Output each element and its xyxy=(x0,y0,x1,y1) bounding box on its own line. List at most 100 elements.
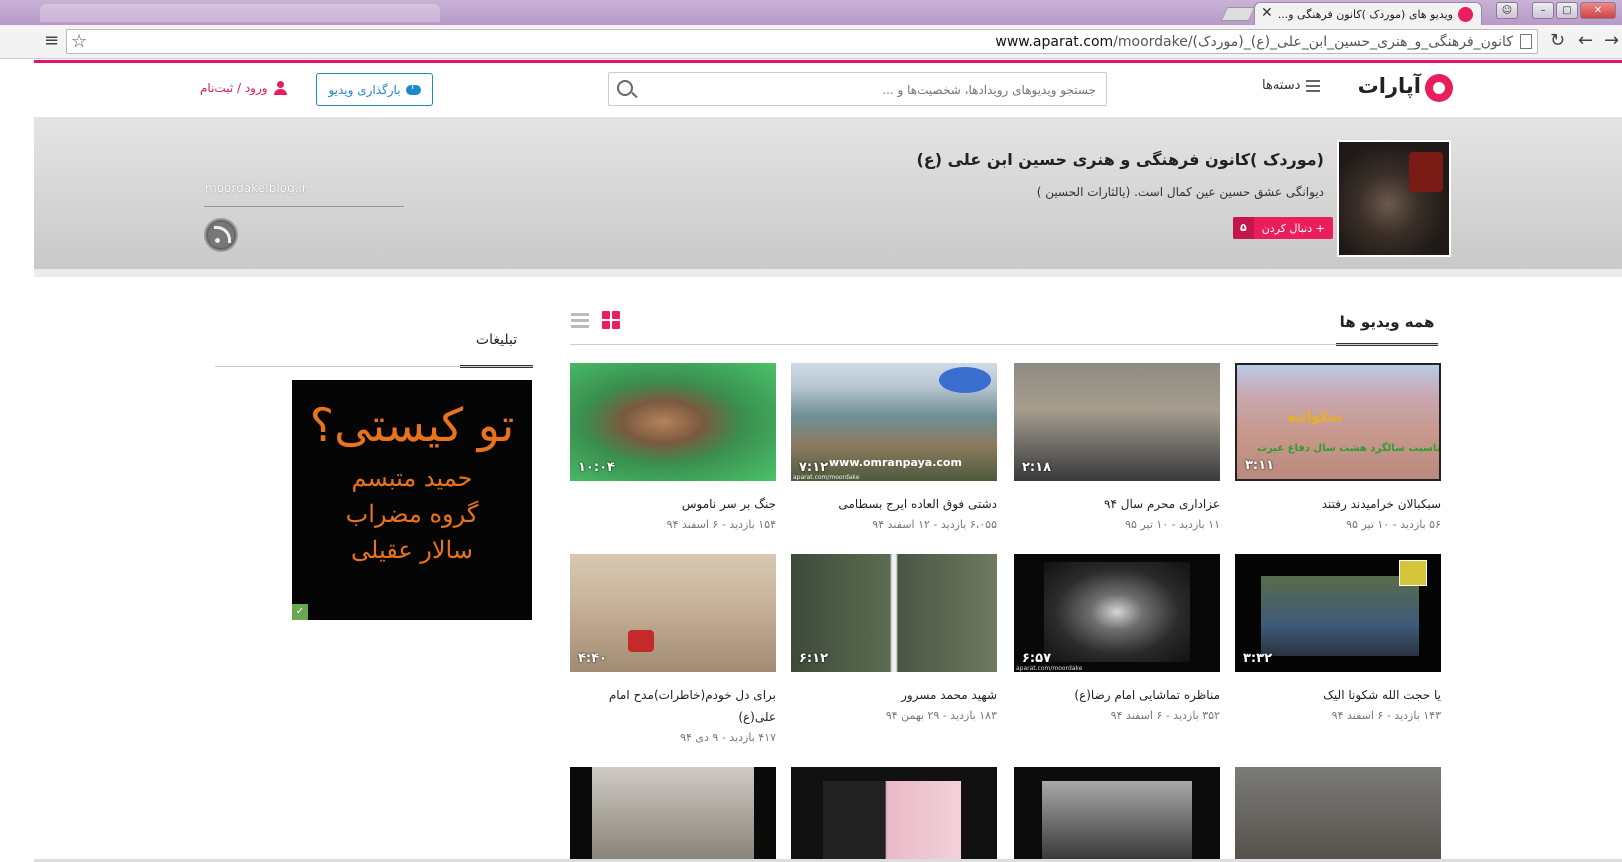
list-view-icon[interactable] xyxy=(571,313,589,328)
video-title[interactable]: جنگ بر سر ناموس xyxy=(570,493,776,515)
channel-description: دیوانگی عشق حسین عین کمال است. (یالثارات… xyxy=(1036,185,1324,199)
follower-count: ۵ xyxy=(1233,217,1254,239)
thumbnail-subcaption: بمناسبت سالگرد هشت سال دفاع غیرت xyxy=(1257,443,1441,454)
video-title[interactable]: یا حجت الله شکونا الیک xyxy=(1235,684,1441,706)
logo-text: آپارات xyxy=(1357,74,1421,98)
video-thumbnail[interactable] xyxy=(570,767,776,859)
user-icon xyxy=(273,81,287,95)
thumbnail-frame xyxy=(823,781,961,859)
video-meta: ۶،۰۵۵ بازدید - ۱۲ اسفند ۹۴ xyxy=(872,518,997,531)
window-user-icon[interactable]: ☺ xyxy=(1496,2,1518,19)
tab-title: ویدیو های (موردک )کانون فرهنگی و... xyxy=(1277,8,1453,21)
video-duration: ۷:۱۲ xyxy=(799,460,829,475)
ad-badge-icon: ✓ xyxy=(292,604,308,620)
aparat-favicon-icon xyxy=(1458,7,1473,22)
follow-label: + دنبال کردن xyxy=(1261,221,1325,235)
menu-icon[interactable]: ≡ xyxy=(44,30,59,51)
video-thumbnail[interactable]: aparat.com/moordake ۶:۵۷ xyxy=(1014,554,1220,672)
login-link[interactable]: ورود / ثبت‌نام xyxy=(200,81,287,95)
categories-label: دسته‌ها xyxy=(1262,78,1301,93)
video-title[interactable]: سبکبالان خرامیدند رفتند xyxy=(1235,493,1441,515)
video-thumbnail[interactable]: ۲:۱۸ xyxy=(1014,363,1220,481)
video-title[interactable]: مناظره تماشایی امام رضا(ع) xyxy=(1014,684,1220,706)
bookmark-star-icon[interactable]: ☆ xyxy=(71,31,87,52)
thumbnail-small-watermark: aparat.com/moordake xyxy=(793,474,860,481)
thumbnail-frame xyxy=(592,767,754,859)
video-thumbnail[interactable]: ۱۰:۰۴ xyxy=(570,363,776,481)
video-duration: ۳:۱۱ xyxy=(1245,458,1275,473)
background-tab-area xyxy=(40,4,440,22)
video-meta: ۱۵۴ بازدید - ۶ اسفند ۹۴ xyxy=(666,518,776,531)
thumbnail-small-watermark: aparat.com/moordake xyxy=(1016,665,1083,672)
login-label: ورود / ثبت‌نام xyxy=(200,81,268,95)
link-divider xyxy=(204,206,404,207)
cloud-upload-icon xyxy=(405,81,421,95)
video-duration: ۴:۴۰ xyxy=(578,651,608,666)
window-close-button[interactable]: ✕ xyxy=(1580,2,1616,19)
search-icon[interactable] xyxy=(617,80,633,96)
ads-divider xyxy=(215,366,533,367)
channel-website-link[interactable]: moordake.blog.ir xyxy=(205,181,307,195)
video-title[interactable]: برای دل خودم(خاطرات)مدح امام علی(ع) xyxy=(570,684,776,728)
thumbnail-frame xyxy=(1261,576,1419,656)
video-thumbnail[interactable] xyxy=(1014,767,1220,859)
browser-tab-active[interactable]: ویدیو های (موردک )کانون فرهنگی و... ✕ xyxy=(1254,2,1482,25)
video-duration: ۶:۵۷ xyxy=(1022,651,1052,666)
rss-icon[interactable] xyxy=(204,218,238,252)
ad-line-2: حمید متبسم xyxy=(351,464,473,492)
all-videos-tab[interactable]: همه ویدیو ها xyxy=(1336,302,1438,346)
video-meta: ۴۱۷ بازدید - ۹ دی ۹۴ xyxy=(680,731,776,744)
ad-line-1: تو کیستی؟ xyxy=(309,398,515,452)
follow-button[interactable]: + دنبال کردن ۵ xyxy=(1233,217,1333,239)
channel-avatar[interactable] xyxy=(1337,140,1451,257)
search-input[interactable] xyxy=(656,80,1096,100)
address-bar[interactable]: ☆ www.aparat.com/moordake/(موردک)_کانون_… xyxy=(66,29,1538,54)
ad-line-3: گروه مضراب xyxy=(345,500,479,528)
section-divider xyxy=(570,344,1438,345)
video-meta: ۵۶ بازدید - ۱۰ تیر ۹۵ xyxy=(1346,518,1441,531)
video-duration: ۶:۱۲ xyxy=(799,651,829,666)
video-thumbnail[interactable]: ۳:۳۲ xyxy=(1235,554,1441,672)
ads-heading: تبلیغات xyxy=(460,320,533,368)
shrine-logo-icon xyxy=(1399,560,1427,586)
video-title[interactable]: عزاداری محرم سال ۹۴ xyxy=(1014,493,1220,515)
ad-line-4: سالار عقیلی xyxy=(351,536,473,564)
channel-logo-icon xyxy=(939,367,991,393)
video-meta: ۳۵۲ بازدید - ۶ اسفند ۹۴ xyxy=(1110,709,1220,722)
video-meta: ۱۸۳ بازدید - ۲۹ بهمن ۹۴ xyxy=(885,709,997,722)
video-thumbnail[interactable] xyxy=(791,767,997,859)
grid-view-icon[interactable] xyxy=(602,311,620,329)
video-title[interactable]: شهید محمد مسرور xyxy=(791,684,997,706)
header-accent-rule xyxy=(34,60,1622,63)
advertisement-banner[interactable]: تو کیستی؟ حمید متبسم گروه مضراب سالار عق… xyxy=(292,380,532,620)
video-meta: ۱۴۳ بازدید - ۶ اسفند ۹۴ xyxy=(1331,709,1441,722)
window-minimize-button[interactable]: – xyxy=(1532,2,1554,19)
search-box[interactable] xyxy=(608,72,1107,106)
video-thumbnail[interactable] xyxy=(1235,767,1441,859)
video-duration: ۳:۳۲ xyxy=(1243,651,1273,666)
url-text: www.aparat.com/moordake/(موردک)_کانون_فر… xyxy=(995,34,1513,50)
window-maximize-button[interactable]: □ xyxy=(1556,2,1578,19)
video-thumbnail[interactable]: شکوائیه بمناسبت سالگرد هشت سال دفاع غیرت… xyxy=(1235,363,1441,481)
video-thumbnail[interactable]: ۶:۱۲ xyxy=(791,554,997,672)
aparat-logo-icon xyxy=(1425,74,1453,102)
video-title[interactable]: دشتی فوق العاده ایرج بسطامی xyxy=(791,493,997,515)
upload-video-button[interactable]: بارگذاری ویدیو xyxy=(316,73,433,106)
video-thumbnail[interactable]: ۴:۴۰ xyxy=(570,554,776,672)
video-meta: ۱۱ بازدید - ۱۰ تیر ۹۵ xyxy=(1125,518,1220,531)
reload-icon[interactable]: ↻ xyxy=(1550,30,1565,51)
channel-name: (موردک )کانون فرهنگی و هنری حسین ابن علی… xyxy=(916,150,1324,169)
video-duration: ۲:۱۸ xyxy=(1022,460,1052,475)
aparat-logo[interactable]: آپارات xyxy=(1357,72,1453,104)
video-thumbnail[interactable]: www.omranpaya.com aparat.com/moordake ۷:… xyxy=(791,363,997,481)
page-document-icon xyxy=(1520,34,1532,49)
upload-label: بارگذاری ویدیو xyxy=(328,82,401,97)
categories-menu[interactable]: دسته‌ها xyxy=(1262,78,1321,93)
figure-red-shirt xyxy=(628,630,654,652)
thumbnail-frame xyxy=(1042,781,1192,859)
browser-toolbar: ≡ ☆ www.aparat.com/moordake/(موردک)_کانو… xyxy=(0,25,1622,59)
back-arrow-icon[interactable]: ← xyxy=(1578,30,1593,51)
forward-arrow-icon[interactable]: → xyxy=(1604,30,1619,51)
new-tab-button[interactable] xyxy=(1220,7,1256,21)
tab-close-icon[interactable]: ✕ xyxy=(1261,5,1273,21)
